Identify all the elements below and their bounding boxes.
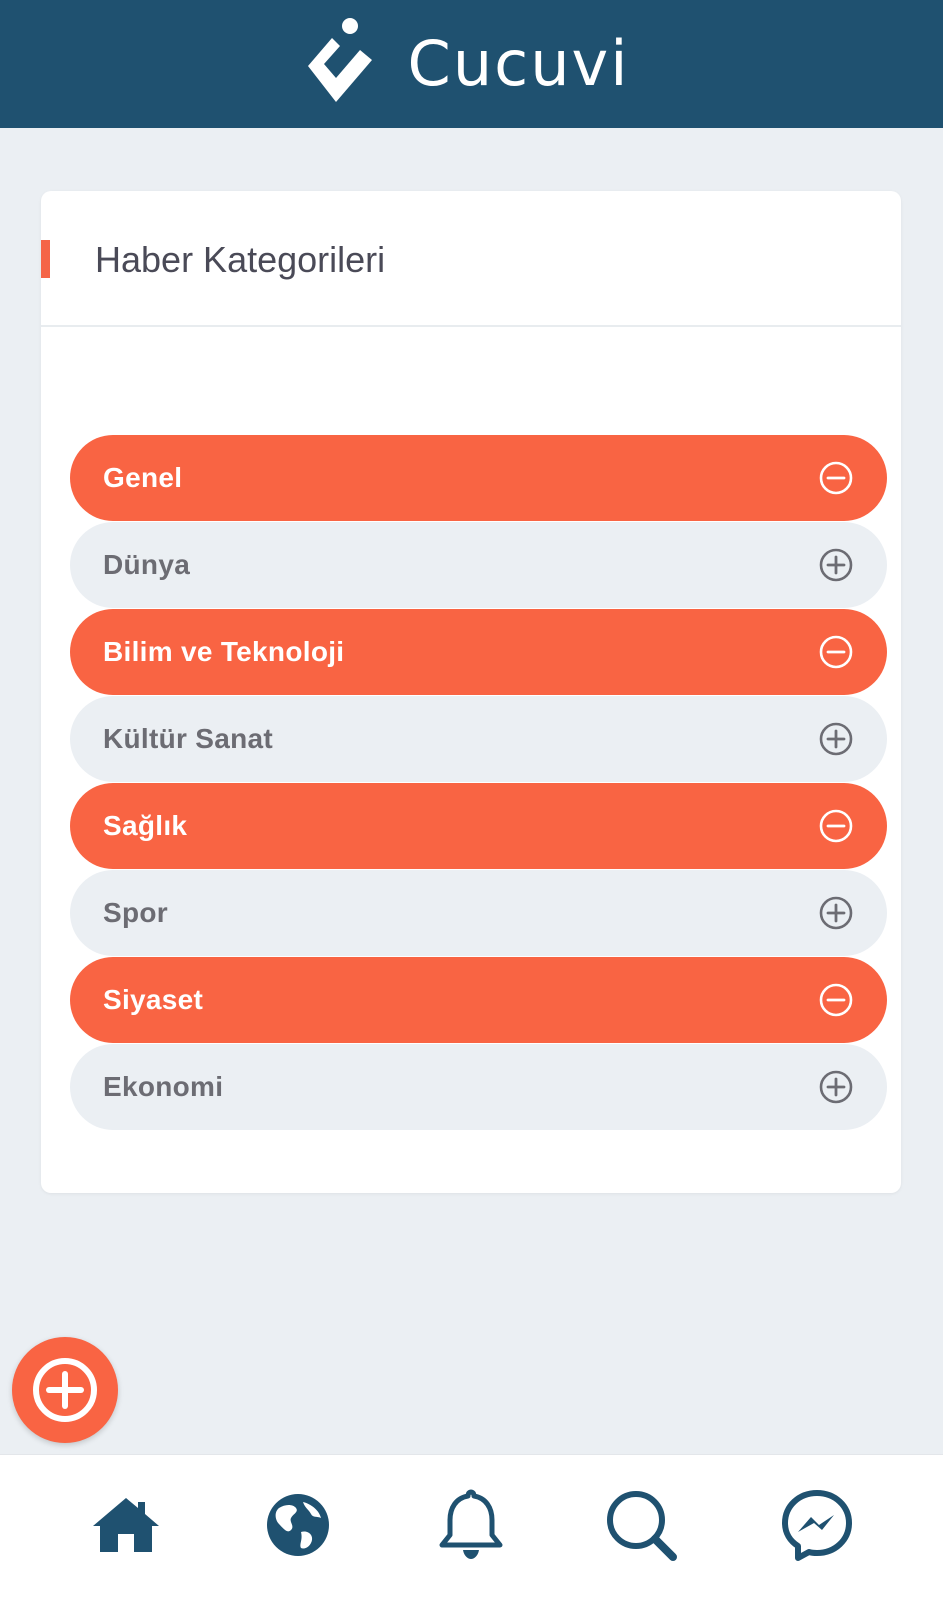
category-label: Kültür Sanat: [103, 723, 274, 754]
nav-world-button[interactable]: [258, 1485, 338, 1565]
plus-circle-icon[interactable]: [818, 895, 854, 931]
page-title: Haber Kategorileri: [95, 239, 386, 280]
plus-circle-icon: [33, 1358, 97, 1422]
plus-circle-icon[interactable]: [818, 721, 854, 757]
globe-icon: [267, 1494, 329, 1556]
plus-circle-icon[interactable]: [818, 1069, 854, 1105]
category-label: Spor: [103, 897, 168, 928]
minus-circle-icon[interactable]: [818, 460, 854, 496]
nav-home-button[interactable]: [86, 1485, 166, 1565]
nav-notifications-button[interactable]: [431, 1485, 511, 1565]
card-header: Haber Kategorileri: [41, 191, 901, 327]
nav-messenger-button[interactable]: [777, 1485, 857, 1565]
cucuvi-logo-icon: [307, 18, 372, 102]
brand[interactable]: Cucuvi: [302, 16, 630, 112]
category-row-ekonomi[interactable]: Ekonomi: [70, 1044, 887, 1130]
category-label: Dünya: [103, 549, 191, 580]
category-row-siyaset[interactable]: Siyaset: [70, 957, 887, 1043]
category-row-bilim-ve-teknoloji[interactable]: Bilim ve Teknoloji: [70, 609, 887, 695]
app-name: Cucuvi: [407, 27, 630, 100]
add-category-button[interactable]: [12, 1337, 118, 1443]
category-row-saglik[interactable]: Sağlık: [70, 783, 887, 869]
category-label: Siyaset: [103, 984, 204, 1015]
app-header: Cucuvi: [0, 0, 943, 128]
categories-card: Haber Kategorileri Genel Dünya Bilim ve …: [41, 191, 901, 1193]
search-icon: [607, 1491, 677, 1561]
category-row-spor[interactable]: Spor: [70, 870, 887, 956]
category-label: Sağlık: [103, 810, 188, 841]
bottom-nav: [0, 1454, 943, 1600]
nav-search-button[interactable]: [601, 1485, 681, 1565]
category-row-kultur-sanat[interactable]: Kültür Sanat: [70, 696, 887, 782]
category-row-dunya[interactable]: Dünya: [70, 522, 887, 608]
minus-circle-icon[interactable]: [818, 634, 854, 670]
minus-circle-icon[interactable]: [818, 808, 854, 844]
plus-circle-icon[interactable]: [818, 547, 854, 583]
category-list: Genel Dünya Bilim ve Teknoloji Kültür Sa…: [70, 435, 887, 1131]
category-row-genel[interactable]: Genel: [70, 435, 887, 521]
minus-circle-icon[interactable]: [818, 982, 854, 1018]
bell-icon: [439, 1489, 503, 1559]
messenger-icon: [782, 1490, 852, 1561]
title-accent-bar: [41, 240, 50, 278]
category-label: Genel: [103, 462, 183, 493]
category-label: Bilim ve Teknoloji: [103, 636, 345, 667]
category-label: Ekonomi: [103, 1071, 224, 1102]
home-icon: [93, 1498, 159, 1552]
